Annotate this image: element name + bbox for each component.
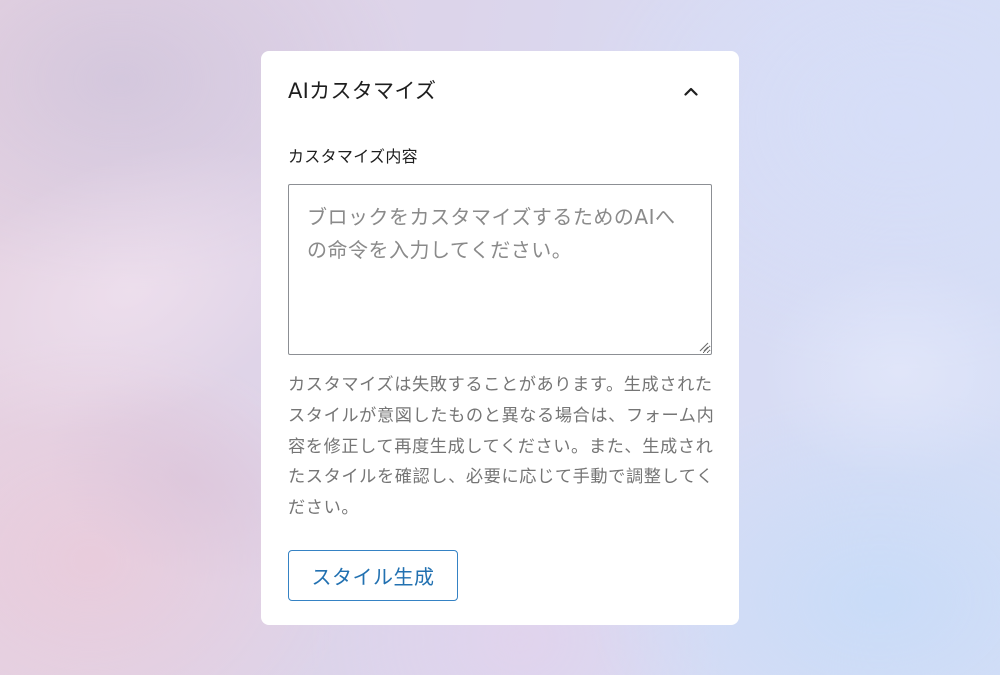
customize-content-field [288, 184, 712, 355]
customize-content-label: カスタマイズ内容 [288, 147, 418, 166]
customize-content-textarea[interactable] [288, 184, 712, 355]
panel-title: AIカスタマイズ [288, 79, 437, 103]
ai-customize-panel: AIカスタマイズ カスタマイズ内容 カスタマイズは失敗することがあります。生成さ… [261, 51, 739, 625]
panel-toggle-button[interactable] [673, 73, 709, 109]
chevron-up-icon [684, 87, 698, 96]
panel-header[interactable]: AIカスタマイズ [261, 51, 739, 131]
generate-style-button[interactable]: スタイル生成 [288, 550, 458, 601]
background-swirl [760, 260, 1000, 480]
help-text: カスタマイズは失敗することがあります。生成されたスタイルが意図したものと異なる場… [288, 375, 715, 519]
